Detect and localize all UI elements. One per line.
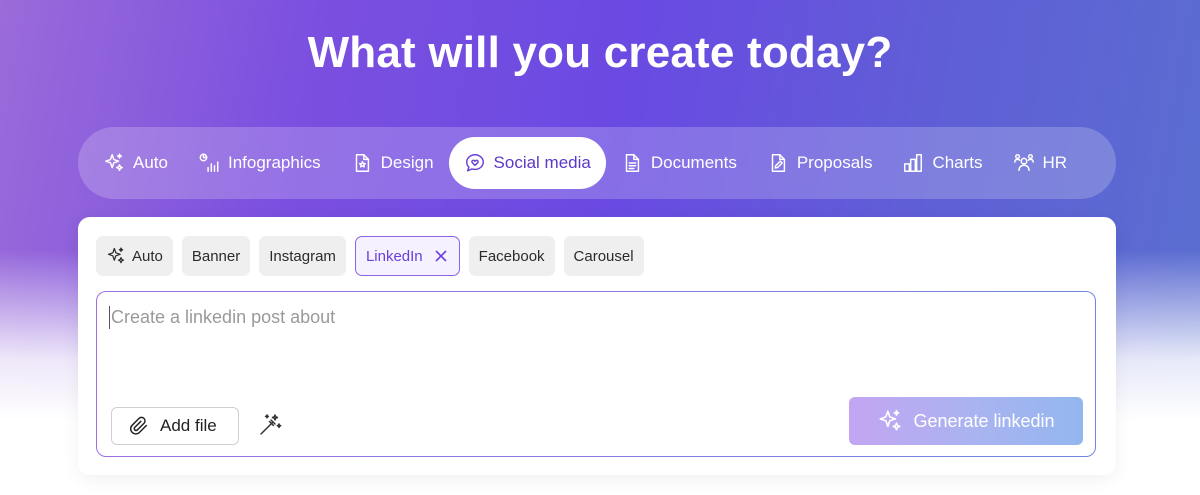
format-chips: Auto Banner Instagram LinkedIn Facebook … xyxy=(96,236,644,276)
chip-carousel[interactable]: Carousel xyxy=(563,236,644,276)
category-charts[interactable]: Charts xyxy=(887,137,997,189)
category-label: Social media xyxy=(493,153,591,172)
infographic-icon xyxy=(199,153,219,172)
category-social-media[interactable]: Social media xyxy=(448,137,606,189)
category-documents[interactable]: Documents xyxy=(606,137,752,189)
close-icon[interactable] xyxy=(433,248,449,264)
chip-linkedin[interactable]: LinkedIn xyxy=(354,236,460,276)
chip-label: Banner xyxy=(191,247,241,265)
chip-facebook[interactable]: Facebook xyxy=(468,236,555,276)
page-headline: What will you create today? xyxy=(307,28,893,77)
category-label: Auto xyxy=(133,153,168,172)
category-label: Documents xyxy=(650,153,737,172)
paperclip-icon xyxy=(129,416,148,435)
chip-label: Facebook xyxy=(478,247,545,265)
category-design[interactable]: Design xyxy=(336,137,449,189)
prompt-input[interactable] xyxy=(109,306,1073,329)
bar-chart-icon xyxy=(904,154,923,172)
generate-button[interactable]: Generate linkedin xyxy=(849,397,1083,445)
category-infographics[interactable]: Infographics xyxy=(183,137,336,189)
chip-auto[interactable]: Auto xyxy=(96,236,173,276)
magic-wand-button[interactable] xyxy=(257,412,283,438)
category-label: Infographics xyxy=(227,153,321,172)
design-icon xyxy=(355,154,369,172)
category-proposals[interactable]: Proposals xyxy=(752,137,888,189)
create-panel: Auto Banner Instagram LinkedIn Facebook … xyxy=(78,217,1116,475)
add-file-label: Add file xyxy=(160,416,217,435)
chip-label: Auto xyxy=(132,247,163,265)
category-label: Design xyxy=(380,153,434,172)
add-file-button[interactable]: Add file xyxy=(111,407,239,445)
magic-wand-icon xyxy=(260,414,282,435)
chip-label: Carousel xyxy=(573,247,634,265)
sparkles-icon xyxy=(879,409,902,431)
category-label: Charts xyxy=(932,153,983,172)
chip-label: LinkedIn xyxy=(365,247,423,265)
sparkles-icon xyxy=(107,247,125,264)
category-bar: Auto Infographics Design Social media Do… xyxy=(78,127,1116,199)
chip-instagram[interactable]: Instagram xyxy=(259,236,346,276)
chip-label: Instagram xyxy=(269,247,336,265)
chip-banner[interactable]: Banner xyxy=(181,236,251,276)
generate-label: Generate linkedin xyxy=(913,410,1055,431)
sparkles-icon xyxy=(105,153,123,172)
chat-heart-icon xyxy=(465,154,484,172)
people-icon xyxy=(1013,154,1034,172)
category-auto[interactable]: Auto xyxy=(88,137,183,189)
category-label: Proposals xyxy=(796,153,873,172)
category-label: HR xyxy=(1042,153,1068,172)
category-hr[interactable]: HR xyxy=(998,137,1083,189)
proposal-icon xyxy=(771,154,785,172)
document-icon xyxy=(625,154,640,172)
prompt-box: Add file Generate linkedin xyxy=(96,291,1096,457)
